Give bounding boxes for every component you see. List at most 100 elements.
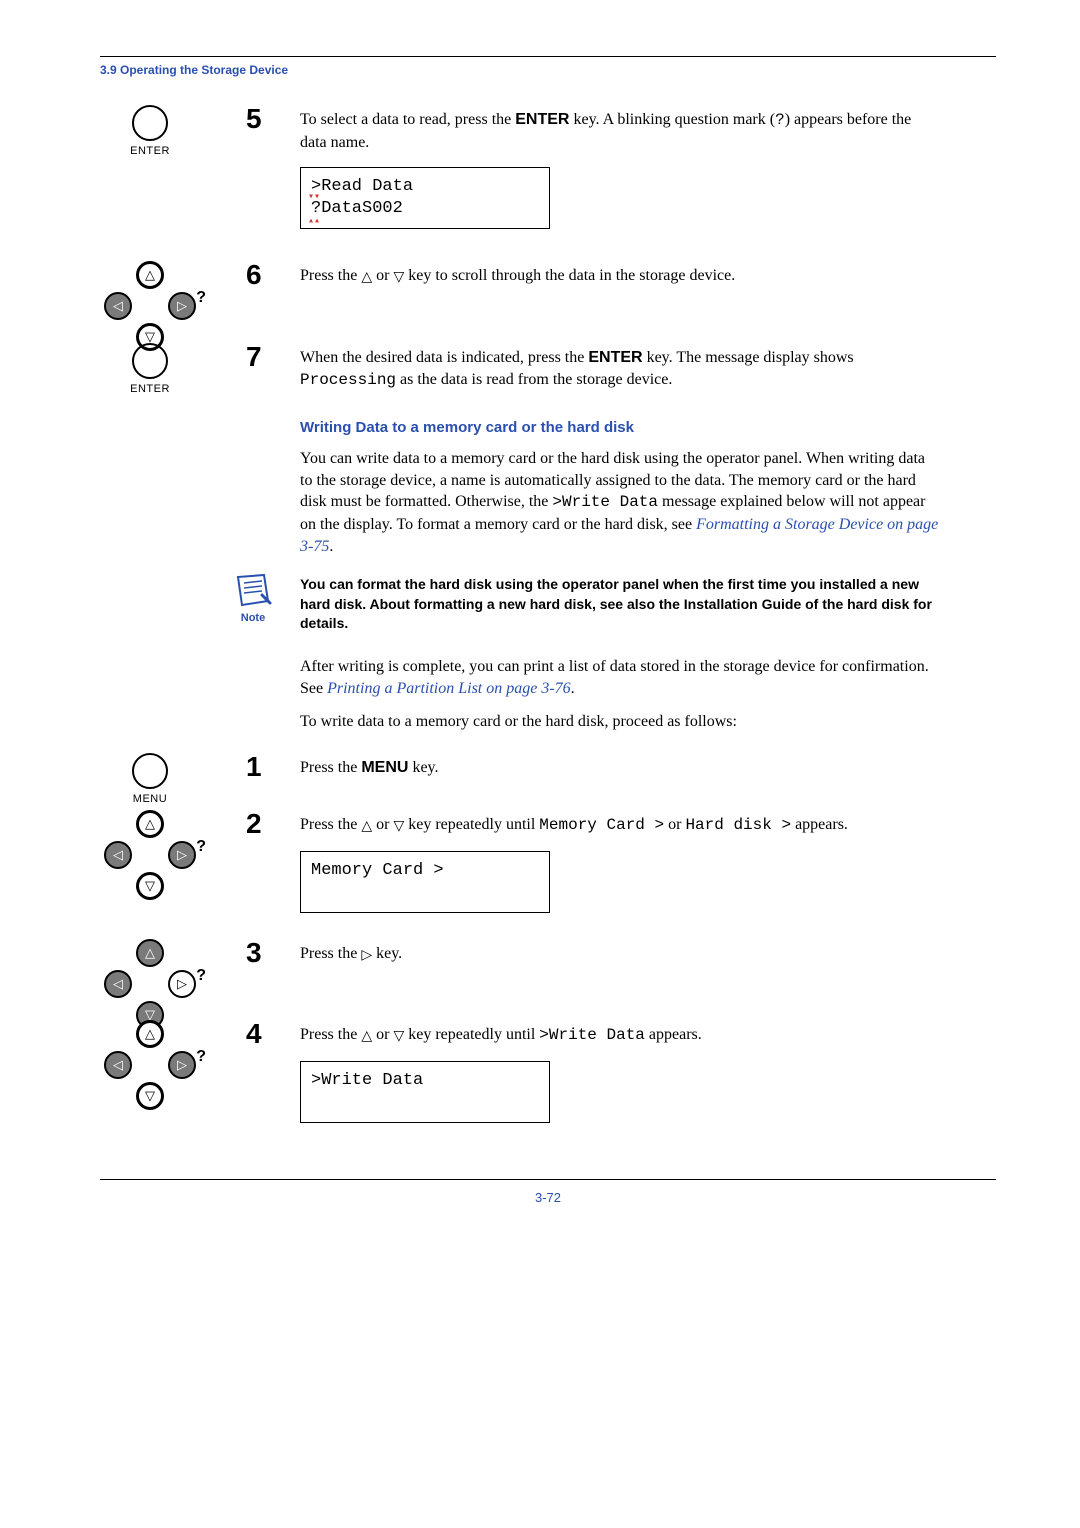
- txt: or: [372, 816, 393, 833]
- icon-label: ENTER: [100, 383, 200, 395]
- txt: key to scroll through the data in the st…: [404, 267, 735, 284]
- step-number: 6: [246, 259, 262, 291]
- step-1: MENU 1 Press the MENU key.: [300, 757, 940, 779]
- right-arrow-icon: ▷: [168, 1051, 196, 1079]
- question-icon: ?: [196, 1048, 206, 1066]
- step-number: 5: [246, 103, 262, 135]
- txt: key. The message display shows: [643, 349, 854, 366]
- triangle-down-icon: ▽: [393, 820, 404, 834]
- top-rule: [100, 56, 996, 57]
- section-header: 3.9 Operating the Storage Device: [100, 63, 996, 77]
- circle-icon: [132, 105, 168, 141]
- lcd-display: >Read Data ▾▾ ?DataS002 ▴▴: [300, 167, 550, 229]
- txt: key.: [408, 759, 438, 776]
- txt: appears.: [791, 816, 848, 833]
- note-icon: Note: [226, 573, 280, 626]
- txt: .: [571, 680, 575, 697]
- up-arrow-icon: △: [136, 810, 164, 838]
- txt: .: [329, 538, 333, 555]
- left-arrow-icon: ◁: [104, 292, 132, 320]
- down-arrow-icon: ▽: [136, 1082, 164, 1110]
- question-icon: ?: [196, 838, 206, 856]
- step-6: △ ◁ ▷ ▽ ? 6 Press the △ or ▽ key to scro…: [300, 265, 940, 287]
- enter-key-icon: ENTER: [100, 343, 200, 395]
- triangle-up-icon: △: [361, 1030, 372, 1044]
- triangle-up-icon: △: [361, 820, 372, 834]
- question-icon: ?: [196, 967, 206, 985]
- step-3: △ ◁ ▷ ▽ ? 3 Press the ▷ key.: [300, 943, 940, 965]
- step-7: ENTER 7 When the desired data is indicat…: [300, 347, 940, 391]
- txt: Press the: [300, 759, 361, 776]
- key-name: MENU: [361, 759, 408, 776]
- dpad-icon: △ ◁ ▷ ▽ ?: [100, 939, 200, 1029]
- note-text: You can format the hard disk using the o…: [300, 576, 932, 631]
- step-text: When the desired data is indicated, pres…: [300, 347, 940, 391]
- step-text: Press the △ or ▽ key to scroll through t…: [300, 265, 940, 287]
- triangle-down-icon: ▽: [393, 271, 404, 285]
- right-arrow-icon: ▷: [168, 292, 196, 320]
- code: >Write Data: [539, 1026, 645, 1044]
- txt: as the data is read from the storage dev…: [396, 371, 672, 388]
- code: Memory Card >: [539, 816, 664, 834]
- step-number: 1: [246, 751, 262, 783]
- note-label: Note: [241, 612, 265, 624]
- lcd-line-1: >Write Data: [311, 1070, 539, 1092]
- code: Hard disk >: [685, 816, 791, 834]
- key-name: ENTER: [588, 349, 642, 366]
- left-arrow-icon: ◁: [104, 1051, 132, 1079]
- page-number: 3-72: [100, 1190, 996, 1205]
- note-block: Note You can format the hard disk using …: [300, 575, 940, 634]
- txt: key repeatedly until: [404, 816, 539, 833]
- txt: Press the: [300, 1026, 361, 1043]
- subsection-heading: Writing Data to a memory card or the har…: [300, 419, 940, 436]
- txt: key. A blinking question mark (: [569, 111, 775, 128]
- cross-reference-link[interactable]: Printing a Partition List on page 3-76: [327, 680, 571, 697]
- txt: appears.: [645, 1026, 702, 1043]
- lcd-text: ?DataS002: [311, 199, 403, 218]
- icon-label: MENU: [100, 793, 200, 805]
- circle-icon: [132, 753, 168, 789]
- txt: Press the: [300, 945, 361, 962]
- txt: key repeatedly until: [404, 1026, 539, 1043]
- step-2: △ ◁ ▷ ▽ ? 2 Press the △ or ▽ key repeate…: [300, 814, 940, 913]
- paragraph: You can write data to a memory card or t…: [300, 448, 940, 557]
- txt: or: [664, 816, 685, 833]
- blink-mark-icon: ▴▴: [308, 217, 320, 227]
- step-number: 3: [246, 937, 262, 969]
- question-icon: ?: [196, 289, 206, 307]
- paragraph: To write data to a memory card or the ha…: [300, 711, 940, 733]
- code: Processing: [300, 371, 396, 389]
- txt: or: [372, 1026, 393, 1043]
- dpad-icon: △ ◁ ▷ ▽ ?: [100, 261, 200, 351]
- menu-key-icon: MENU: [100, 753, 200, 805]
- page-footer: 3-72: [100, 1179, 996, 1205]
- txt: key.: [372, 945, 402, 962]
- right-arrow-icon: ▷: [168, 970, 196, 998]
- qmark: ?: [775, 111, 785, 129]
- circle-icon: [132, 343, 168, 379]
- lcd-display: >Write Data: [300, 1061, 550, 1123]
- dpad-icon: △ ◁ ▷ ▽ ?: [100, 810, 200, 900]
- left-arrow-icon: ◁: [104, 841, 132, 869]
- lcd-line-1: >Read Data: [311, 176, 539, 198]
- txt: or: [372, 267, 393, 284]
- step-text: Press the MENU key.: [300, 757, 940, 779]
- enter-key-icon: ENTER: [100, 105, 200, 157]
- txt: Press the: [300, 816, 361, 833]
- code: >Write Data: [552, 493, 658, 511]
- up-arrow-icon: △: [136, 1020, 164, 1048]
- blink-mark-icon: ▾▾: [308, 193, 320, 203]
- bottom-rule: [100, 1179, 996, 1180]
- step-5: ENTER 5 To select a data to read, press …: [300, 109, 940, 229]
- up-arrow-icon: △: [136, 261, 164, 289]
- lcd-line-2: ▾▾ ?DataS002 ▴▴: [311, 198, 539, 220]
- paragraph: After writing is complete, you can print…: [300, 656, 940, 699]
- txt: Press the: [300, 267, 361, 284]
- left-arrow-icon: ◁: [104, 970, 132, 998]
- txt: To select a data to read, press the: [300, 111, 515, 128]
- step-number: 7: [246, 341, 262, 373]
- step-text: Press the △ or ▽ key repeatedly until >W…: [300, 1024, 940, 1047]
- triangle-up-icon: △: [361, 271, 372, 285]
- down-arrow-icon: ▽: [136, 872, 164, 900]
- step-number: 4: [246, 1018, 262, 1050]
